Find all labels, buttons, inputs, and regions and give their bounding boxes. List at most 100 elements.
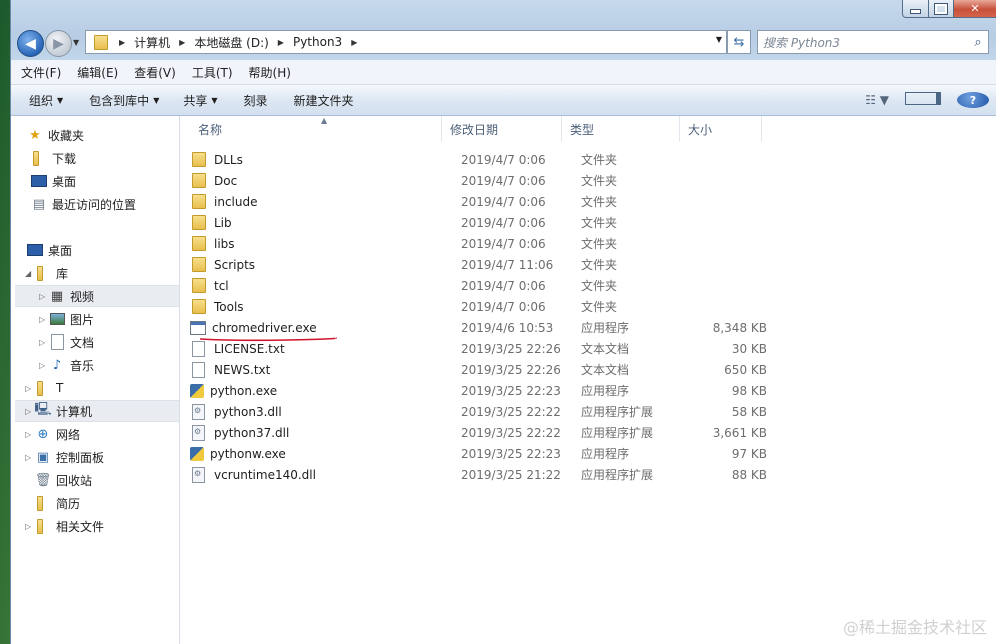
menu-help[interactable]: 帮助(H) <box>243 64 297 81</box>
file-name-cell[interactable]: python37.dll <box>190 422 442 443</box>
breadcrumb-python3[interactable]: Python3 <box>289 35 346 49</box>
expand-arrow-icon[interactable]: ▷ <box>39 315 49 324</box>
include-in-library-button[interactable]: 包含到库中 ▼ <box>79 92 169 109</box>
address-bar[interactable]: ▶ 计算机 ▶ 本地磁盘 (D:) ▶ Python3 ▶ ▼ <box>85 30 727 54</box>
file-size <box>687 170 767 191</box>
nav-related-docs[interactable]: ▷ 相关文件 <box>25 515 193 537</box>
command-bar-right: ☷ ▼ ? <box>857 85 996 115</box>
expand-arrow-icon[interactable]: ▷ <box>25 430 35 439</box>
downloads-folder-icon <box>31 150 47 166</box>
file-name-cell[interactable]: Doc <box>190 170 442 191</box>
column-name[interactable]: 名称 <box>180 116 442 142</box>
breadcrumb-separator-icon[interactable]: ▶ <box>114 38 130 47</box>
expand-arrow-icon[interactable]: ▷ <box>25 522 35 531</box>
file-row[interactable]: Doc 2019/4/7 0:06 文件夹 <box>190 170 790 191</box>
file-row[interactable]: python3.dll 2019/3/25 22:22 应用程序扩展 58 KB <box>190 401 790 422</box>
file-name-cell[interactable]: python3.dll <box>190 401 442 422</box>
file-row[interactable]: python.exe 2019/3/25 22:23 应用程序 98 KB <box>190 380 790 401</box>
nav-downloads[interactable]: 下载 <box>31 147 199 169</box>
search-icon[interactable]: ⌕ <box>968 35 988 50</box>
expand-arrow-icon[interactable]: ▷ <box>39 338 49 347</box>
minimize-icon <box>910 9 921 14</box>
back-button[interactable]: ◀ <box>17 30 44 57</box>
nav-resume[interactable]: 简历 <box>35 492 203 514</box>
breadcrumb-local-disk[interactable]: 本地磁盘 (D:) <box>190 34 272 51</box>
organize-button[interactable]: 组织 ▼ <box>19 92 73 109</box>
file-row[interactable]: Scripts 2019/4/7 11:06 文件夹 <box>190 254 790 275</box>
file-row[interactable]: pythonw.exe 2019/3/25 22:23 应用程序 97 KB <box>190 443 790 464</box>
column-type[interactable]: 类型 <box>562 116 680 142</box>
file-name-cell[interactable]: python.exe <box>190 380 442 401</box>
new-folder-button[interactable]: 新建文件夹 <box>284 92 364 109</box>
file-name-cell[interactable]: tcl <box>190 275 442 296</box>
nav-recycle-bin[interactable]: 🗑 回收站 <box>35 469 203 491</box>
file-row[interactable]: NEWS.txt 2019/3/25 22:26 文本文档 650 KB <box>190 359 790 380</box>
expand-arrow-icon[interactable]: ▷ <box>25 453 35 462</box>
search-input[interactable]: 搜索 Python3 <box>758 34 968 51</box>
file-name-cell[interactable]: DLLs <box>190 149 442 170</box>
minimize-button[interactable] <box>902 0 929 18</box>
help-button[interactable]: ? <box>949 92 996 108</box>
view-options-icon[interactable]: ☷ ▼ <box>857 93 897 107</box>
file-type: 文件夹 <box>581 195 618 209</box>
forward-button[interactable]: ▶ <box>45 30 72 57</box>
expand-arrow-icon[interactable]: ▷ <box>39 361 49 370</box>
nav-favorites[interactable]: ★ 收藏夹 <box>17 124 185 146</box>
file-name-cell[interactable]: libs <box>190 233 442 254</box>
menu-bar: 文件(F) 编辑(E) 查看(V) 工具(T) 帮助(H) <box>11 60 996 85</box>
address-dropdown-icon[interactable]: ▼ <box>716 35 722 44</box>
menu-tools[interactable]: 工具(T) <box>186 64 239 81</box>
python-icon <box>190 446 204 461</box>
column-date[interactable]: 修改日期 <box>442 116 562 142</box>
search-box[interactable]: 搜索 Python3 ⌕ <box>757 30 989 54</box>
nav-network[interactable]: ▷ ⊕ 网络 <box>25 423 193 445</box>
back-arrow-icon: ◀ <box>25 35 36 52</box>
nav-t-folder[interactable]: ▷ T <box>25 377 193 399</box>
file-name-cell[interactable]: Scripts <box>190 254 442 275</box>
file-name: tcl <box>214 278 229 293</box>
history-dropdown-icon[interactable]: ▼ <box>73 38 79 47</box>
breadcrumb-separator-icon[interactable]: ▶ <box>174 38 190 47</box>
file-row[interactable]: tcl 2019/4/7 0:06 文件夹 <box>190 275 790 296</box>
nav-libraries[interactable]: ◢ 库 <box>25 262 193 284</box>
file-row[interactable]: libs 2019/4/7 0:06 文件夹 <box>190 233 790 254</box>
file-row[interactable]: Tools 2019/4/7 0:06 文件夹 <box>190 296 790 317</box>
file-type: 文件夹 <box>581 300 618 314</box>
file-name: DLLs <box>214 152 243 167</box>
preview-pane-icon[interactable] <box>897 92 949 108</box>
menu-edit[interactable]: 编辑(E) <box>71 64 124 81</box>
nav-recent-places[interactable]: ▤ 最近访问的位置 <box>31 193 199 215</box>
nav-control-panel[interactable]: ▷ ▣ 控制面板 <box>25 446 193 468</box>
file-row[interactable]: python37.dll 2019/3/25 22:22 应用程序扩展 3,661 K… <box>190 422 790 443</box>
file-name-cell[interactable]: Tools <box>190 296 442 317</box>
file-name-cell[interactable]: NEWS.txt <box>190 359 442 380</box>
breadcrumb-separator-icon[interactable]: ▶ <box>346 38 362 47</box>
nav-desktop-favorite[interactable]: 桌面 <box>31 170 199 192</box>
file-row[interactable]: vcruntime140.dll 2019/3/25 21:22 应用程序扩展 88 … <box>190 464 790 485</box>
expand-arrow-icon[interactable]: ▷ <box>25 384 35 393</box>
video-library-icon: ▦ <box>50 288 64 304</box>
refresh-button[interactable]: ⇆ <box>727 30 751 54</box>
file-name-cell[interactable]: Lib <box>190 212 442 233</box>
file-name-cell[interactable]: include <box>190 191 442 212</box>
nav-videos[interactable]: ▷ ▦ 视频 <box>15 285 179 307</box>
breadcrumb-separator-icon[interactable]: ▶ <box>273 38 289 47</box>
file-name-cell[interactable]: pythonw.exe <box>190 443 442 464</box>
menu-view[interactable]: 查看(V) <box>128 64 182 81</box>
breadcrumb-computer[interactable]: 计算机 <box>130 34 174 51</box>
share-button[interactable]: 共享 ▼ <box>173 92 227 109</box>
menu-file[interactable]: 文件(F) <box>15 64 67 81</box>
nav-desktop[interactable]: 桌面 <box>17 239 185 261</box>
maximize-button[interactable] <box>929 0 954 18</box>
expand-arrow-icon[interactable]: ▷ <box>39 292 49 301</box>
file-row[interactable]: include 2019/4/7 0:06 文件夹 <box>190 191 790 212</box>
burn-button[interactable]: 刻录 <box>234 92 278 109</box>
close-button[interactable]: ✕ <box>954 0 996 18</box>
nav-computer[interactable]: ▷ 🖳 计算机 <box>15 400 179 422</box>
collapse-arrow-icon[interactable]: ◢ <box>25 269 35 278</box>
file-name-cell[interactable]: vcruntime140.dll <box>190 464 442 485</box>
file-row[interactable]: DLLs 2019/4/7 0:06 文件夹 <box>190 149 790 170</box>
column-size[interactable]: 大小 <box>680 116 762 142</box>
library-icon <box>35 265 51 281</box>
file-row[interactable]: Lib 2019/4/7 0:06 文件夹 <box>190 212 790 233</box>
